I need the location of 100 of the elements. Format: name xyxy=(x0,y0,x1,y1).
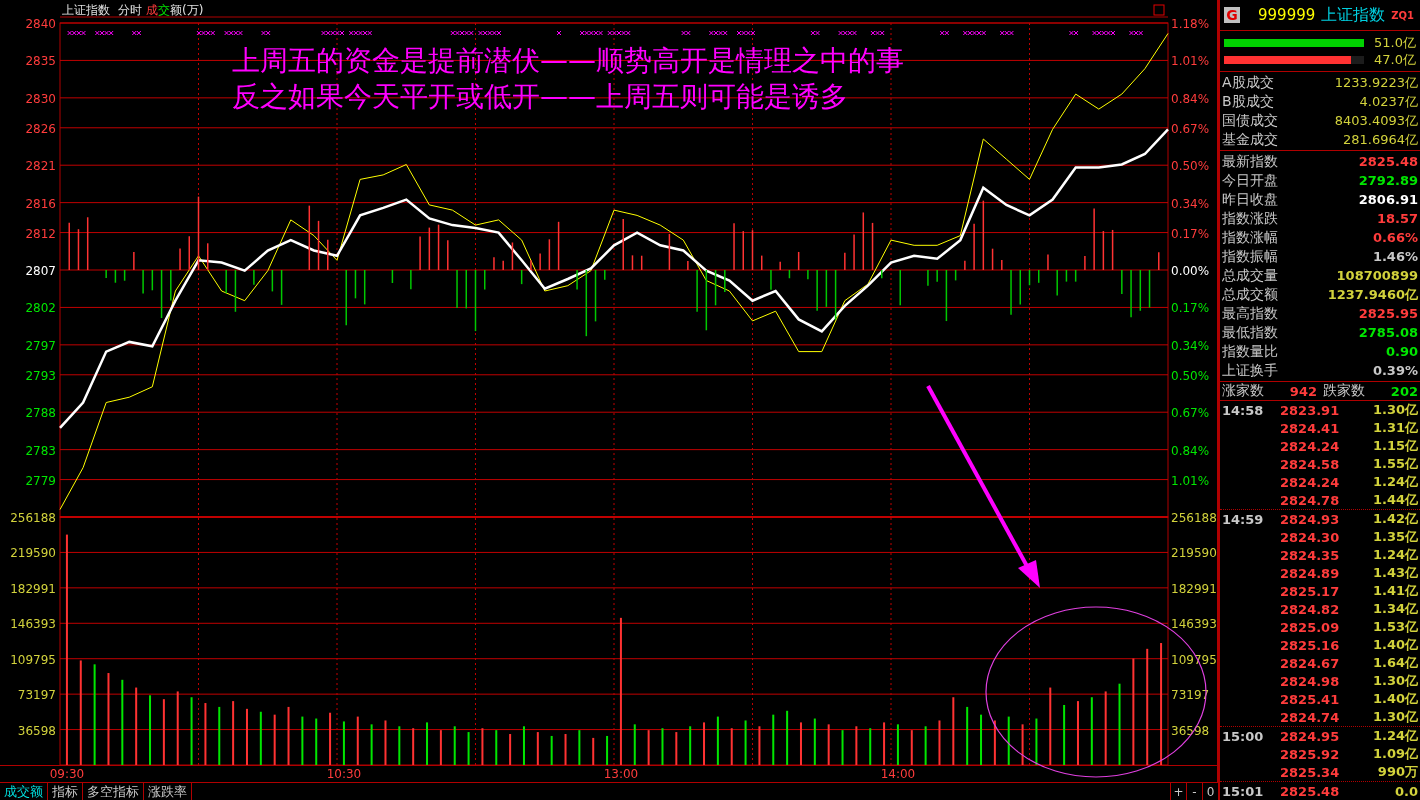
time-label: 10:30 xyxy=(326,767,362,781)
price-tick-label: 2807 xyxy=(25,264,56,278)
volume-bar xyxy=(993,720,996,765)
percent-tick-label: 0.17% xyxy=(1171,301,1210,316)
volume-bar xyxy=(315,718,318,765)
volume-bar xyxy=(869,728,872,765)
price-tick-label: 2779 xyxy=(25,473,56,488)
volume-tick-label: 73197 xyxy=(17,688,56,703)
tick-time: 14:59 xyxy=(1222,511,1264,527)
stat-label: B股成交 xyxy=(1222,92,1274,111)
percent-tick-label: 0.50% xyxy=(1171,159,1210,174)
volume-bar xyxy=(841,730,844,765)
tick-price: 2825.17 xyxy=(1280,583,1341,599)
volume-bar xyxy=(190,697,193,765)
decliners-count: 202 xyxy=(1390,383,1418,399)
volume-bar xyxy=(1076,701,1079,765)
stat-value: 2825.95 xyxy=(1358,306,1418,321)
tick-price: 2824.41 xyxy=(1280,420,1341,436)
stat-value: 1233.9223亿 xyxy=(1334,73,1418,92)
advancers-count: 942 xyxy=(1289,383,1317,399)
volume-tick-label: 109795 xyxy=(10,652,56,667)
stat-label: 总成交额 xyxy=(1222,285,1278,304)
tick-volume: 1.09亿 xyxy=(1372,745,1418,763)
tick-price: 2825.09 xyxy=(1280,619,1341,635)
volume-bar xyxy=(481,728,484,765)
percent-tick-label: 0.34% xyxy=(1171,338,1210,353)
volume-bar xyxy=(952,697,955,765)
stat-label: 今日开盘 xyxy=(1222,171,1278,190)
volume-bar xyxy=(578,730,581,765)
tick-price: 2824.67 xyxy=(1280,655,1341,671)
stat-value: 1.46% xyxy=(1372,249,1418,264)
tick-volume: 1.30亿 xyxy=(1372,401,1418,419)
stat-label: 上证换手 xyxy=(1222,361,1278,380)
volume-bar xyxy=(426,722,429,765)
volume-bar xyxy=(716,716,719,765)
volume-tick-label: 182991 xyxy=(1171,581,1217,596)
price-tick-label: 2835 xyxy=(25,54,56,69)
tick-volume: 1.24亿 xyxy=(1372,473,1418,491)
volume-bar xyxy=(259,711,262,765)
tick-price: 2823.91 xyxy=(1280,402,1341,418)
price-tick-label: 2793 xyxy=(25,368,56,383)
tick-price: 2824.30 xyxy=(1280,529,1341,545)
tick-price: 2824.58 xyxy=(1280,456,1341,472)
zoom-button[interactable]: + xyxy=(1170,783,1186,800)
price-tick-label: 2797 xyxy=(25,338,56,353)
volume-bar xyxy=(675,732,678,765)
tick-price: 2824.98 xyxy=(1280,673,1341,689)
tick-price: 2825.34 xyxy=(1280,764,1341,780)
volume-bar xyxy=(1021,724,1024,765)
indicator-label: 成交额(万) xyxy=(146,3,204,17)
stat-label: 最高指数 xyxy=(1222,304,1278,323)
percent-tick-label: 1.01% xyxy=(1171,473,1210,488)
market-badge: G xyxy=(1224,7,1240,23)
stat-value: 2806.91 xyxy=(1358,192,1418,207)
stat-label: A股成交 xyxy=(1222,73,1274,92)
stat-label: 国债成交 xyxy=(1222,111,1278,130)
volume-bar xyxy=(287,706,290,765)
window-icon[interactable] xyxy=(1153,4,1165,16)
volume-bar xyxy=(218,706,221,765)
volume-bar xyxy=(980,714,983,765)
stat-value: 8403.4093亿 xyxy=(1334,111,1418,130)
volume-bar xyxy=(439,730,442,765)
time-label: 14:00 xyxy=(880,767,916,781)
tick-volume: 1.40亿 xyxy=(1372,690,1418,708)
advancers-label: 涨家数 xyxy=(1222,382,1264,400)
stat-value: 108700899 xyxy=(1336,268,1418,283)
annotation-text: 反之如果今天平开或低开——上周五则可能是诱多 xyxy=(232,80,848,113)
stat-label: 指数量比 xyxy=(1222,342,1278,361)
stat-value: 1237.9460亿 xyxy=(1327,285,1418,304)
volume-bar xyxy=(204,703,207,765)
tick-volume: 1.42亿 xyxy=(1372,510,1418,528)
volume-bar xyxy=(467,732,470,765)
volume-tick-label: 146393 xyxy=(10,617,56,632)
price-tick-label: 2826 xyxy=(25,121,56,136)
price-tick-label: 2802 xyxy=(25,301,56,316)
volume-tick-label: 219590 xyxy=(1171,546,1217,561)
tick-time: 15:00 xyxy=(1222,728,1264,744)
percent-tick-label: 0.50% xyxy=(1171,368,1210,383)
tick-volume: 1.53亿 xyxy=(1372,618,1418,636)
volume-bar xyxy=(356,716,359,765)
tick-price: 2824.89 xyxy=(1280,565,1341,581)
tick-price: 2825.16 xyxy=(1280,637,1341,653)
tick-volume: 1.30亿 xyxy=(1372,708,1418,726)
percent-tick-label: 0.84% xyxy=(1171,443,1210,458)
volume-bar xyxy=(966,706,969,765)
volume-bar xyxy=(855,726,858,765)
percent-tick-label: 1.18% xyxy=(1171,17,1210,31)
volume-bar xyxy=(689,726,692,765)
volume-bar xyxy=(606,735,609,765)
volume-bar xyxy=(1090,697,1093,765)
tick-price: 2824.95 xyxy=(1280,728,1341,744)
percent-tick-label: 0.84% xyxy=(1171,91,1210,106)
percent-tick-label: 0.67% xyxy=(1171,406,1210,421)
volume-tick-label: 256188 xyxy=(10,511,56,525)
tick-volume: 0.0 xyxy=(1394,783,1418,799)
volume-bar xyxy=(149,695,152,765)
volume-bar xyxy=(924,726,927,765)
tick-volume: 990万 xyxy=(1377,763,1418,781)
flow-reading: 51.0亿 xyxy=(1374,33,1416,52)
tick-volume: 1.44亿 xyxy=(1372,491,1418,509)
